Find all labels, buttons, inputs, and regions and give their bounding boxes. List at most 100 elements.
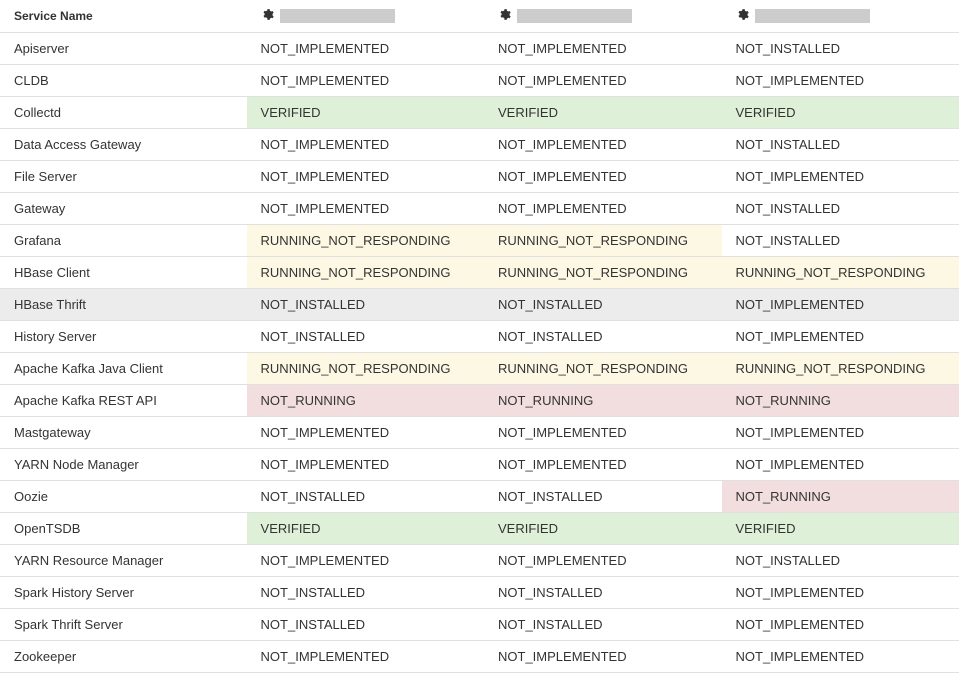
status-cell: NOT_IMPLEMENTED	[247, 129, 484, 161]
status-cell: NOT_IMPLEMENTED	[247, 545, 484, 577]
status-cell: NOT_IMPLEMENTED	[484, 641, 721, 673]
status-cell: NOT_IMPLEMENTED	[247, 193, 484, 225]
node-header-1[interactable]	[247, 0, 484, 33]
status-cell: NOT_INSTALLED	[247, 609, 484, 641]
node-header-3[interactable]	[722, 0, 959, 33]
status-cell: NOT_INSTALLED	[247, 481, 484, 513]
status-cell: RUNNING_NOT_RESPONDING	[484, 257, 721, 289]
status-cell: VERIFIED	[484, 97, 721, 129]
status-cell: RUNNING_NOT_RESPONDING	[247, 257, 484, 289]
status-cell: NOT_INSTALLED	[247, 321, 484, 353]
table-row: Spark Thrift ServerNOT_INSTALLEDNOT_INST…	[0, 609, 959, 641]
node-name-placeholder	[517, 9, 632, 23]
table-row: YARN Resource ManagerNOT_IMPLEMENTEDNOT_…	[0, 545, 959, 577]
status-cell: NOT_IMPLEMENTED	[722, 161, 959, 193]
status-cell: NOT_IMPLEMENTED	[484, 417, 721, 449]
node-name-placeholder	[755, 9, 870, 23]
status-cell: NOT_IMPLEMENTED	[722, 609, 959, 641]
service-name-cell: Zookeeper	[0, 641, 247, 673]
status-cell: RUNNING_NOT_RESPONDING	[722, 353, 959, 385]
status-cell: NOT_IMPLEMENTED	[247, 65, 484, 97]
status-cell: NOT_IMPLEMENTED	[484, 193, 721, 225]
gear-icon	[261, 8, 274, 24]
status-cell: NOT_IMPLEMENTED	[484, 129, 721, 161]
table-row: ApiserverNOT_IMPLEMENTEDNOT_IMPLEMENTEDN…	[0, 33, 959, 65]
gear-icon	[498, 8, 511, 24]
service-name-cell: YARN Resource Manager	[0, 545, 247, 577]
service-name-header[interactable]: Service Name	[0, 0, 247, 33]
status-cell: NOT_RUNNING	[722, 481, 959, 513]
status-cell: RUNNING_NOT_RESPONDING	[247, 225, 484, 257]
status-cell: NOT_INSTALLED	[484, 609, 721, 641]
service-name-cell: History Server	[0, 321, 247, 353]
table-body: ApiserverNOT_IMPLEMENTEDNOT_IMPLEMENTEDN…	[0, 33, 959, 673]
status-cell: VERIFIED	[247, 97, 484, 129]
table-row: CLDBNOT_IMPLEMENTEDNOT_IMPLEMENTEDNOT_IM…	[0, 65, 959, 97]
status-cell: RUNNING_NOT_RESPONDING	[484, 353, 721, 385]
status-cell: NOT_IMPLEMENTED	[247, 417, 484, 449]
table-row: CollectdVERIFIEDVERIFIEDVERIFIED	[0, 97, 959, 129]
status-cell: NOT_IMPLEMENTED	[484, 449, 721, 481]
status-cell: NOT_RUNNING	[484, 385, 721, 417]
status-cell: RUNNING_NOT_RESPONDING	[247, 353, 484, 385]
service-name-cell: Apiserver	[0, 33, 247, 65]
status-cell: NOT_IMPLEMENTED	[484, 33, 721, 65]
status-cell: NOT_IMPLEMENTED	[722, 65, 959, 97]
status-cell: NOT_RUNNING	[247, 385, 484, 417]
service-name-cell: CLDB	[0, 65, 247, 97]
status-cell: NOT_INSTALLED	[484, 577, 721, 609]
service-name-cell: HBase Client	[0, 257, 247, 289]
status-cell: NOT_INSTALLED	[484, 481, 721, 513]
service-name-cell: Mastgateway	[0, 417, 247, 449]
status-cell: NOT_IMPLEMENTED	[722, 577, 959, 609]
service-name-cell: Grafana	[0, 225, 247, 257]
status-cell: NOT_IMPLEMENTED	[484, 161, 721, 193]
status-cell: NOT_INSTALLED	[722, 33, 959, 65]
table-row: OpenTSDBVERIFIEDVERIFIEDVERIFIED	[0, 513, 959, 545]
status-cell: NOT_INSTALLED	[247, 577, 484, 609]
status-cell: NOT_INSTALLED	[722, 545, 959, 577]
service-name-cell: Gateway	[0, 193, 247, 225]
table-row: HBase ThriftNOT_INSTALLEDNOT_INSTALLEDNO…	[0, 289, 959, 321]
status-cell: VERIFIED	[484, 513, 721, 545]
status-cell: NOT_INSTALLED	[722, 193, 959, 225]
service-name-cell: HBase Thrift	[0, 289, 247, 321]
status-cell: RUNNING_NOT_RESPONDING	[722, 257, 959, 289]
services-status-table: Service Name ApiserverNOT_IMPLEMEN	[0, 0, 959, 673]
status-cell: NOT_IMPLEMENTED	[722, 449, 959, 481]
table-row: Apache Kafka REST APINOT_RUNNINGNOT_RUNN…	[0, 385, 959, 417]
table-row: ZookeeperNOT_IMPLEMENTEDNOT_IMPLEMENTEDN…	[0, 641, 959, 673]
gear-icon	[736, 8, 749, 24]
table-row: History ServerNOT_INSTALLEDNOT_INSTALLED…	[0, 321, 959, 353]
status-cell: NOT_IMPLEMENTED	[247, 161, 484, 193]
node-header-2[interactable]	[484, 0, 721, 33]
status-cell: NOT_IMPLEMENTED	[484, 545, 721, 577]
status-cell: NOT_INSTALLED	[722, 225, 959, 257]
status-cell: NOT_INSTALLED	[722, 129, 959, 161]
service-name-cell: Collectd	[0, 97, 247, 129]
status-cell: VERIFIED	[722, 513, 959, 545]
status-cell: VERIFIED	[247, 513, 484, 545]
service-name-cell: Apache Kafka Java Client	[0, 353, 247, 385]
status-cell: NOT_INSTALLED	[247, 289, 484, 321]
service-name-cell: OpenTSDB	[0, 513, 247, 545]
node-name-placeholder	[280, 9, 395, 23]
table-row: OozieNOT_INSTALLEDNOT_INSTALLEDNOT_RUNNI…	[0, 481, 959, 513]
status-cell: RUNNING_NOT_RESPONDING	[484, 225, 721, 257]
status-cell: NOT_IMPLEMENTED	[722, 321, 959, 353]
table-row: YARN Node ManagerNOT_IMPLEMENTEDNOT_IMPL…	[0, 449, 959, 481]
service-name-cell: Data Access Gateway	[0, 129, 247, 161]
status-cell: NOT_IMPLEMENTED	[247, 449, 484, 481]
status-cell: NOT_INSTALLED	[484, 321, 721, 353]
status-cell: NOT_IMPLEMENTED	[247, 641, 484, 673]
table-row: MastgatewayNOT_IMPLEMENTEDNOT_IMPLEMENTE…	[0, 417, 959, 449]
status-cell: NOT_IMPLEMENTED	[484, 65, 721, 97]
table-row: Data Access GatewayNOT_IMPLEMENTEDNOT_IM…	[0, 129, 959, 161]
table-row: File ServerNOT_IMPLEMENTEDNOT_IMPLEMENTE…	[0, 161, 959, 193]
table-row: GrafanaRUNNING_NOT_RESPONDINGRUNNING_NOT…	[0, 225, 959, 257]
service-name-cell: Oozie	[0, 481, 247, 513]
service-name-cell: File Server	[0, 161, 247, 193]
table-row: HBase ClientRUNNING_NOT_RESPONDINGRUNNIN…	[0, 257, 959, 289]
service-name-cell: Apache Kafka REST API	[0, 385, 247, 417]
table-header-row: Service Name	[0, 0, 959, 33]
